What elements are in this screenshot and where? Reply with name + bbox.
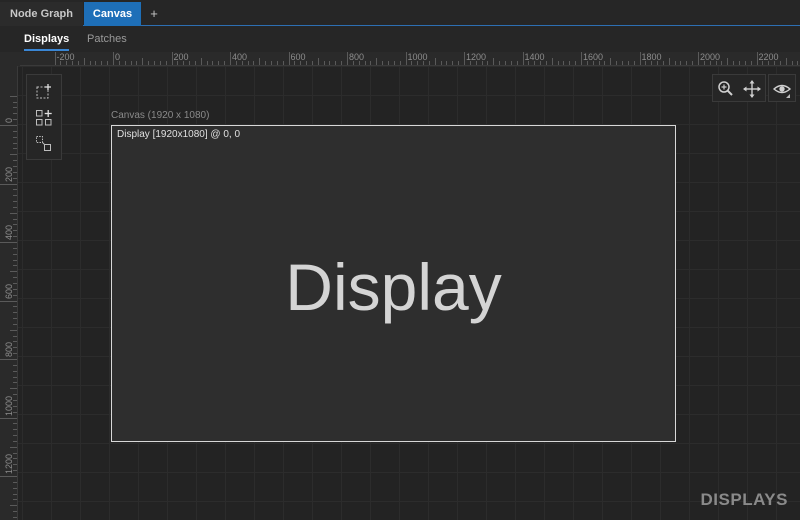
ruler-major-tick <box>639 52 641 65</box>
display-rectangle[interactable]: Display [1920x1080] @ 0, 0 Display <box>111 125 676 442</box>
ruler-label: 200 <box>173 52 189 62</box>
ruler-major-tick <box>0 242 17 243</box>
ruler-minor-tick <box>493 58 495 65</box>
sub-tab-bar: Displays Patches <box>0 26 800 52</box>
ruler-minor-tick <box>10 329 17 331</box>
canvas-tools-panel <box>26 74 62 160</box>
display-title: Display <box>285 249 502 324</box>
ruler-minor-tick <box>10 154 17 156</box>
ruler-minor-tick <box>434 58 436 65</box>
ruler-corner <box>0 52 20 66</box>
horizontal-ruler: -200 0 200 400 600 800 1000 1200 1400 1600 1800 200… <box>20 52 800 66</box>
section-watermark: DISPLAYS <box>700 490 788 509</box>
ruler-minor-tick <box>10 388 17 390</box>
ruler-label: 400 <box>4 224 14 240</box>
pan-icon[interactable] <box>742 79 762 99</box>
subtab-displays[interactable]: Displays <box>24 26 70 52</box>
tab-node-graph[interactable]: Node Graph <box>0 2 83 26</box>
ruler-minor-tick <box>83 58 85 65</box>
ruler-minor-tick <box>10 95 17 97</box>
add-tab-button[interactable]: + <box>144 2 164 26</box>
tab-canvas[interactable]: Canvas <box>84 2 141 26</box>
add-group-icon[interactable] <box>35 109 53 127</box>
subtab-patches[interactable]: Patches <box>87 26 127 52</box>
ruler-label: 200 <box>4 166 14 182</box>
ruler-major-tick <box>522 52 524 65</box>
ruler-major-tick <box>54 52 56 65</box>
ruler-major-tick <box>171 52 173 65</box>
ruler-label: 400 <box>232 52 248 62</box>
ruler-minor-tick <box>10 446 17 448</box>
view-controls <box>712 74 766 102</box>
visibility-control <box>768 74 796 102</box>
ruler-major-tick <box>288 52 290 65</box>
ruler-minor-tick <box>317 58 319 65</box>
ruler-major-tick <box>464 52 465 65</box>
ruler-label: 800 <box>4 341 14 357</box>
add-display-icon[interactable] <box>35 83 53 101</box>
ruler-minor-tick <box>668 58 670 65</box>
ruler-minor-tick <box>10 505 17 507</box>
zoom-icon[interactable] <box>716 79 736 99</box>
ruler-minor-tick <box>142 58 144 65</box>
ruler-label: 600 <box>4 283 14 299</box>
ruler-minor-tick <box>610 58 612 65</box>
ruler-label: 800 <box>349 52 365 62</box>
ruler-major-tick <box>0 476 17 477</box>
ruler-major-tick <box>230 52 231 65</box>
ruler-minor-tick <box>376 58 378 65</box>
ruler-minor-tick <box>200 58 202 65</box>
ruler-label: 600 <box>290 52 306 62</box>
vertical-ruler: 0 200 400 600 800 1000 1200 <box>0 66 18 520</box>
canvas-caption: Canvas (1920 x 1080) <box>111 110 210 121</box>
ruler-minor-tick <box>10 212 17 214</box>
ruler-major-tick <box>0 300 17 302</box>
ruler-major-tick <box>581 52 582 65</box>
ruler-major-tick <box>0 359 17 360</box>
ruler-major-tick <box>347 52 348 65</box>
ruler-major-tick <box>0 417 17 419</box>
ruler-minor-tick <box>727 58 729 65</box>
ruler-minor-tick <box>259 58 261 65</box>
ruler-major-tick <box>698 52 699 65</box>
eye-icon[interactable] <box>772 79 792 99</box>
ruler-major-tick <box>756 52 758 65</box>
ruler-minor-tick <box>785 58 787 65</box>
ruler-minor-tick <box>10 271 17 273</box>
ruler-major-tick <box>405 52 407 65</box>
ruler-major-tick <box>0 125 17 126</box>
ruler-major-tick <box>0 183 17 185</box>
ruler-minor-tick <box>551 58 553 65</box>
ruler-major-tick <box>113 52 114 65</box>
tab-bar: Node Graph Canvas + <box>0 0 800 26</box>
select-area-icon[interactable] <box>35 135 53 153</box>
